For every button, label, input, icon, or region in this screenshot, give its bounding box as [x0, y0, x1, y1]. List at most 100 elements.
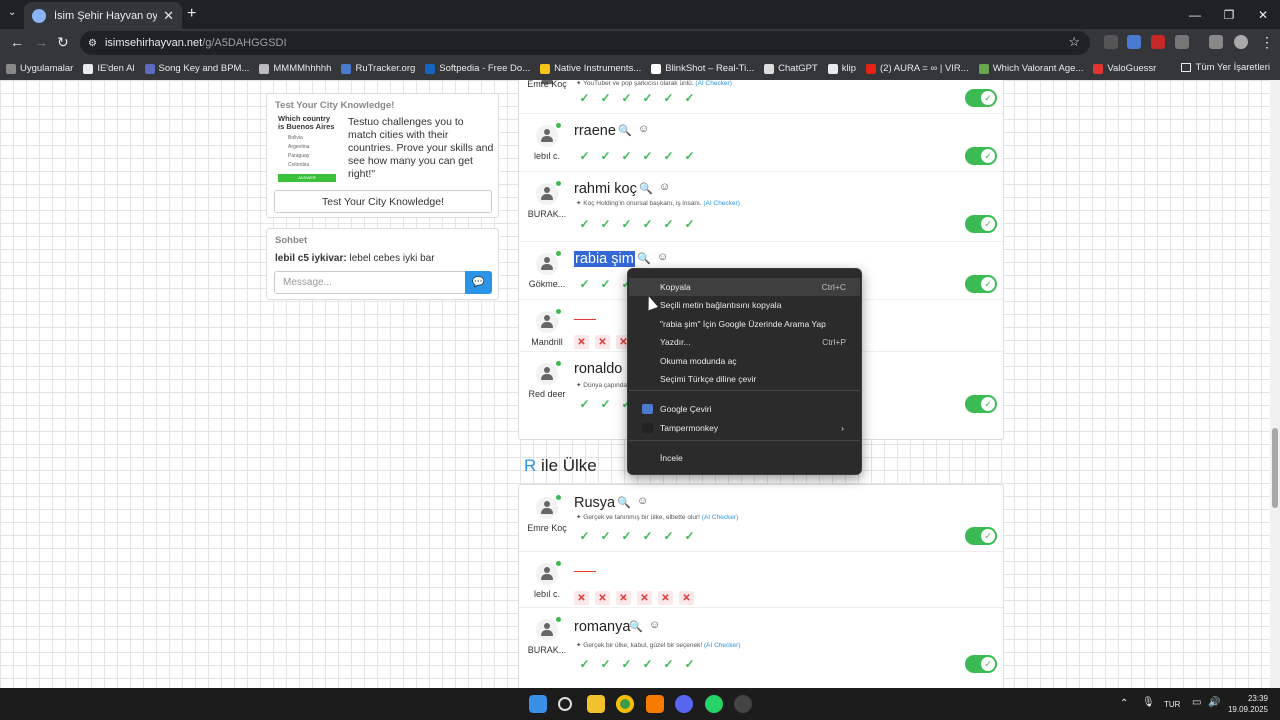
- start-windows-icon[interactable]: [529, 695, 547, 713]
- whatsapp-icon[interactable]: [705, 695, 723, 713]
- search-icon[interactable]: 🔍: [637, 252, 651, 265]
- context-menu-item[interactable]: Kopyala Ctrl+C: [629, 278, 860, 296]
- answer-word[interactable]: rraene: [574, 123, 616, 139]
- tray-chevron-icon[interactable]: ⌃: [1120, 698, 1128, 709]
- bookmark-item[interactable]: klip: [827, 63, 856, 74]
- network-icon[interactable]: ▭: [1192, 697, 1201, 708]
- bookmark-item[interactable]: ChatGPT: [764, 63, 818, 74]
- browser-tab[interactable]: İsim Şehir Hayvan oyununa katı ✕: [24, 2, 182, 29]
- context-menu-item[interactable]: Google Çeviri: [629, 400, 860, 418]
- search-icon[interactable]: 🔍: [639, 182, 653, 195]
- answer-word[interactable]: rahmi koç: [574, 181, 637, 197]
- accept-toggle[interactable]: [965, 395, 997, 413]
- bookmark-item[interactable]: MMMMhhhhh: [259, 63, 331, 74]
- check-mark-icon: ✓: [579, 277, 590, 291]
- page-scrollbar[interactable]: [1270, 80, 1280, 688]
- accept-toggle[interactable]: [965, 655, 997, 673]
- accept-toggle[interactable]: [965, 215, 997, 233]
- menu-separator: [629, 390, 860, 391]
- site-info-icon[interactable]: ⚙: [88, 38, 97, 49]
- accept-toggle[interactable]: [965, 147, 997, 165]
- language-indicator[interactable]: TUR: [1164, 700, 1180, 709]
- check-mark-icon: ✓: [684, 657, 695, 671]
- bookmark-item[interactable]: (2) AURA = ∞ | VIR...: [866, 63, 969, 74]
- system-clock[interactable]: 23:39 19.09.2025: [1228, 693, 1268, 715]
- answer-word[interactable]: rabia şim: [574, 251, 635, 267]
- smiley-add-icon[interactable]: ☺: [637, 495, 648, 507]
- answer-row: lebıl c. ✕ ✕ ✕ ✕ ✕ ✕: [519, 551, 1005, 607]
- answer-word[interactable]: Rusya: [574, 495, 615, 511]
- bookmark-label: MMMMhhhhh: [273, 63, 332, 74]
- file-explorer-icon[interactable]: [587, 695, 605, 713]
- menu-dots-icon[interactable]: ⋮: [1260, 34, 1274, 51]
- bookmark-item[interactable]: Softpedia - Free Do...: [425, 63, 530, 74]
- extension-icon[interactable]: [1151, 35, 1165, 49]
- bookmark-item[interactable]: RuTracker.org: [341, 63, 415, 74]
- check-mark-icon: ✓: [600, 149, 611, 163]
- maximize-button[interactable]: ❐: [1212, 0, 1246, 29]
- translate-extension-icon[interactable]: [1127, 35, 1141, 49]
- check-mark-icon: ✓: [642, 149, 653, 163]
- test-city-knowledge-button[interactable]: Test Your City Knowledge!: [274, 190, 492, 213]
- address-bar[interactable]: ⚙ isimsehirhayvan.net/g/A5DAHGGSDI ☆: [80, 31, 1090, 55]
- close-window-button[interactable]: ✕: [1246, 0, 1280, 29]
- forward-arrow-icon[interactable]: →: [34, 34, 48, 50]
- context-menu-item[interactable]: Tampermonkey ›: [629, 419, 860, 437]
- smiley-add-icon[interactable]: ☺: [649, 619, 660, 631]
- menu-shortcut: Ctrl+C: [821, 282, 846, 292]
- answer-word[interactable]: romanya: [574, 619, 630, 635]
- smiley-add-icon[interactable]: ☺: [659, 181, 670, 193]
- smiley-add-icon[interactable]: ☺: [657, 251, 668, 263]
- context-menu-item[interactable]: Okuma modunda aç: [629, 352, 860, 370]
- bookmarks-bar: Uygulamalar IE'den Al Song Key and BPM... M…: [0, 57, 1280, 80]
- volume-icon[interactable]: 🔊: [1208, 697, 1220, 708]
- bookmark-item[interactable]: IE'den Al: [83, 63, 135, 74]
- chat-message-input[interactable]: Message...: [274, 271, 466, 294]
- microphone-icon[interactable]: 🎙: [1142, 697, 1155, 708]
- search-icon[interactable]: 🔍: [629, 620, 643, 633]
- user-avatar-icon: [536, 363, 558, 385]
- tab-close-icon[interactable]: ✕: [163, 8, 174, 24]
- cross-mark-icon: ✕: [574, 335, 589, 349]
- app-icon[interactable]: [646, 695, 664, 713]
- tab-search-icon[interactable]: ⌄: [8, 7, 16, 18]
- smiley-add-icon[interactable]: ☺: [638, 123, 649, 135]
- cross-mark-icon: ✕: [595, 335, 610, 349]
- context-menu-item[interactable]: Seçili metin bağlantısını kopyala: [629, 296, 860, 314]
- bookmark-item[interactable]: Uygulamalar: [6, 63, 73, 74]
- bookmark-star-icon[interactable]: ☆: [1068, 34, 1080, 50]
- minimize-button[interactable]: —: [1178, 0, 1212, 29]
- search-icon[interactable]: 🔍: [618, 124, 632, 137]
- accept-toggle[interactable]: [965, 527, 997, 545]
- send-message-button[interactable]: 💬: [465, 271, 492, 294]
- new-tab-button[interactable]: +: [187, 5, 196, 23]
- extension-icon[interactable]: [1104, 35, 1118, 49]
- check-mark-icon: ✓: [642, 529, 653, 543]
- answer-word[interactable]: ronaldo: [574, 361, 622, 377]
- back-arrow-icon[interactable]: ←: [10, 34, 24, 50]
- bookmark-item[interactable]: BlinkShot – Real-Ti...: [651, 63, 754, 74]
- media-control-icon[interactable]: [1209, 35, 1223, 49]
- bookmark-item[interactable]: ValoGuessr: [1093, 63, 1156, 74]
- extensions-puzzle-icon[interactable]: [1175, 35, 1189, 49]
- bookmark-item[interactable]: Song Key and BPM...: [144, 63, 249, 74]
- scrollbar-thumb[interactable]: [1272, 428, 1278, 508]
- context-menu-item[interactable]: Seçimi Türkçe diline çevir: [629, 370, 860, 388]
- accept-toggle[interactable]: [965, 89, 997, 107]
- bookmark-item[interactable]: Native Instruments...: [540, 63, 641, 74]
- context-menu-item[interactable]: Yazdır... Ctrl+P: [629, 333, 860, 351]
- chrome-icon[interactable]: [616, 695, 634, 713]
- app-icon[interactable]: [734, 695, 752, 713]
- search-icon[interactable]: [558, 697, 572, 711]
- bookmark-favicon-icon: [341, 63, 352, 74]
- context-menu-item[interactable]: İncele: [629, 449, 860, 467]
- discord-icon[interactable]: [675, 695, 693, 713]
- bookmark-item[interactable]: Which Valorant Age...: [978, 63, 1083, 74]
- bookmark-label: Native Instruments...: [554, 63, 642, 74]
- context-menu-item[interactable]: "rabia şim" İçin Google Üzerinde Arama Y…: [629, 315, 860, 333]
- profile-avatar-icon[interactable]: [1234, 35, 1248, 49]
- all-bookmarks-button[interactable]: Tüm Yer İşaretleri: [1180, 62, 1270, 73]
- search-icon[interactable]: 🔍: [617, 496, 631, 509]
- reload-icon[interactable]: ↻: [57, 34, 69, 51]
- accept-toggle[interactable]: [965, 275, 997, 293]
